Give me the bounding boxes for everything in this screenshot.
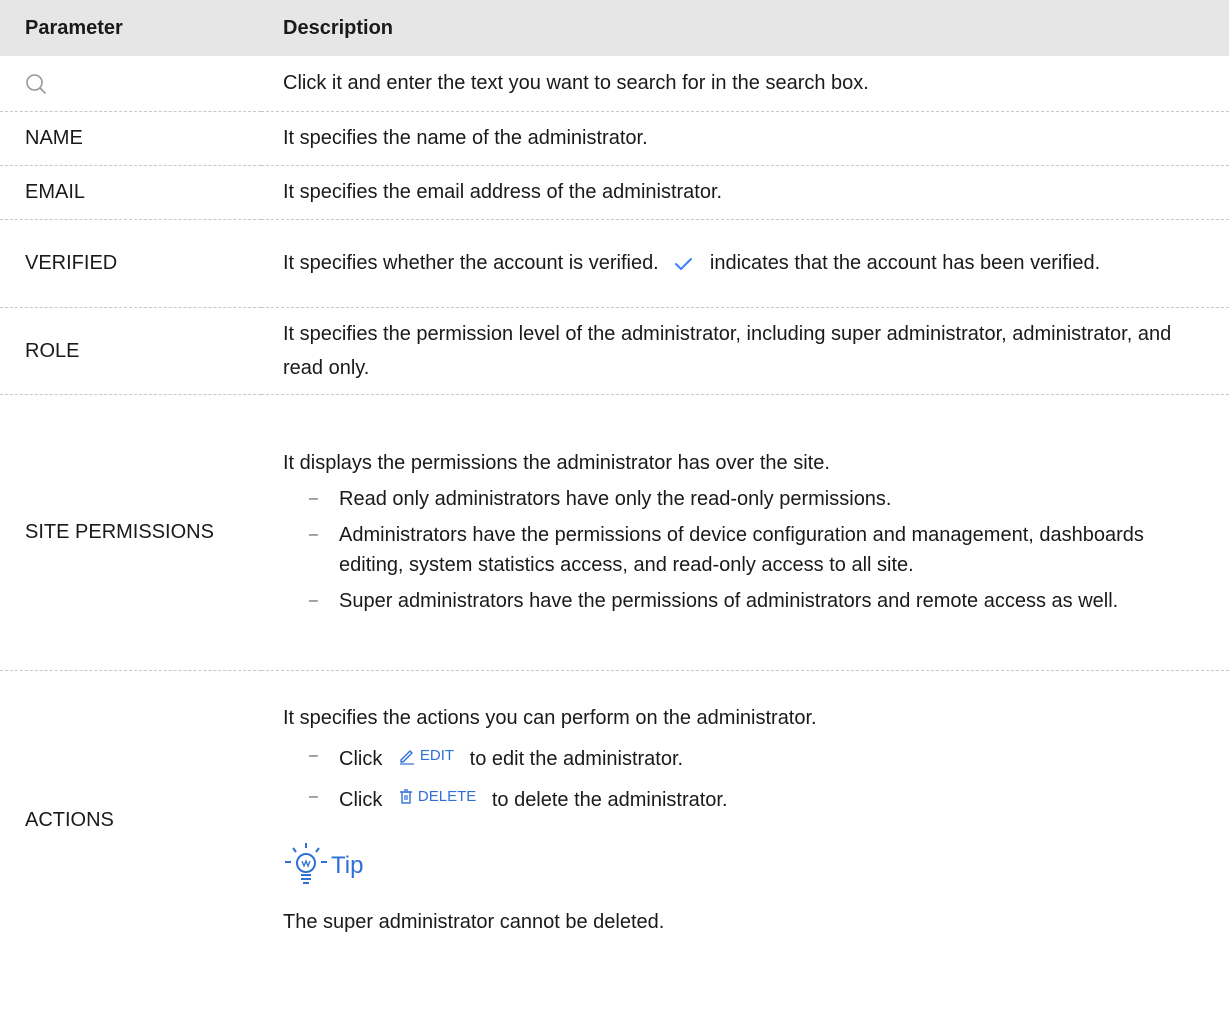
desc-cell: It specifies the email address of the ad…	[261, 165, 1229, 220]
bullet-dash: –	[309, 747, 318, 765]
table-row: NAME It specifies the name of the admini…	[0, 111, 1229, 166]
table-row: Click it and enter the text you want to …	[0, 56, 1229, 112]
table-row: ACTIONS It specifies the actions you can…	[0, 670, 1229, 970]
actions-intro: It specifies the actions you can perform…	[283, 707, 817, 730]
parameter-header: Parameter	[0, 0, 261, 56]
verified-desc-before: It specifies whether the account is veri…	[283, 252, 659, 274]
desc-cell: It specifies the actions you can perform…	[261, 670, 1229, 970]
desc-cell: It specifies the name of the administrat…	[261, 111, 1229, 166]
trash-icon	[399, 789, 412, 804]
bullet-dash: –	[309, 788, 318, 806]
edit-click-text: Click	[339, 748, 383, 771]
tip-heading: Tip	[283, 841, 1209, 887]
desc-cell: Click it and enter the text you want to …	[261, 56, 1229, 112]
list-item: – Administrators have the permissions of…	[309, 520, 1209, 580]
table-row: SITE PERMISSIONS It displays the permiss…	[0, 394, 1229, 671]
list-item-text: Read only administrators have only the r…	[339, 488, 892, 510]
lightbulb-icon	[285, 843, 327, 885]
param-cell: ACTIONS	[25, 809, 114, 832]
edit-suffix: to edit the administrator.	[469, 748, 684, 771]
table-row: ROLE It specifies the permission level o…	[0, 307, 1229, 395]
search-icon	[26, 74, 46, 94]
list-item-text: Administrators have the permissions of d…	[339, 524, 1144, 576]
desc-cell: It specifies whether the account is veri…	[261, 219, 1229, 308]
list-item: – Read only administrators have only the…	[309, 484, 1209, 514]
list-item: – Click EDIT to edit the administrator.	[309, 741, 1209, 774]
delete-label: DELETE	[417, 788, 477, 806]
parameter-table: Parameter Description Click it and enter…	[0, 0, 1229, 970]
param-cell: EMAIL	[0, 165, 261, 220]
delete-button[interactable]: DELETE	[398, 782, 476, 812]
bullet-dash: –	[309, 526, 318, 543]
list-item: – Super administrators have the permissi…	[309, 586, 1209, 616]
table-row: EMAIL It specifies the email address of …	[0, 165, 1229, 220]
list-item-text: Super administrators have the permission…	[339, 590, 1119, 612]
table-header-row: Parameter Description	[0, 0, 1229, 56]
delete-suffix: to delete the administrator.	[491, 789, 728, 812]
list-item: – Click DELETE to delete the administrat…	[309, 782, 1209, 815]
desc-cell: It displays the permissions the administ…	[261, 394, 1229, 671]
bullet-dash: –	[309, 490, 318, 507]
edit-button[interactable]: EDIT	[398, 741, 454, 771]
verified-desc-after: indicates that the account has been veri…	[709, 252, 1101, 274]
param-cell: ROLE	[0, 307, 261, 395]
description-header: Description	[261, 0, 1229, 56]
param-cell: SITE PERMISSIONS	[0, 394, 261, 671]
edit-label: EDIT	[419, 747, 455, 765]
site-permissions-intro: It displays the permissions the administ…	[283, 452, 830, 474]
edit-icon	[399, 750, 414, 765]
tip-label: Tip	[331, 852, 364, 880]
bullet-dash: –	[309, 592, 318, 609]
tip-text: The super administrator cannot be delete…	[283, 911, 665, 934]
checkmark-icon	[675, 257, 693, 270]
param-cell	[0, 56, 261, 112]
param-cell: VERIFIED	[0, 219, 261, 308]
table-row: VERIFIED It specifies whether the accoun…	[0, 219, 1229, 308]
delete-click-text: Click	[339, 789, 383, 812]
desc-cell: It specifies the permission level of the…	[261, 307, 1229, 395]
param-cell: NAME	[0, 111, 261, 166]
